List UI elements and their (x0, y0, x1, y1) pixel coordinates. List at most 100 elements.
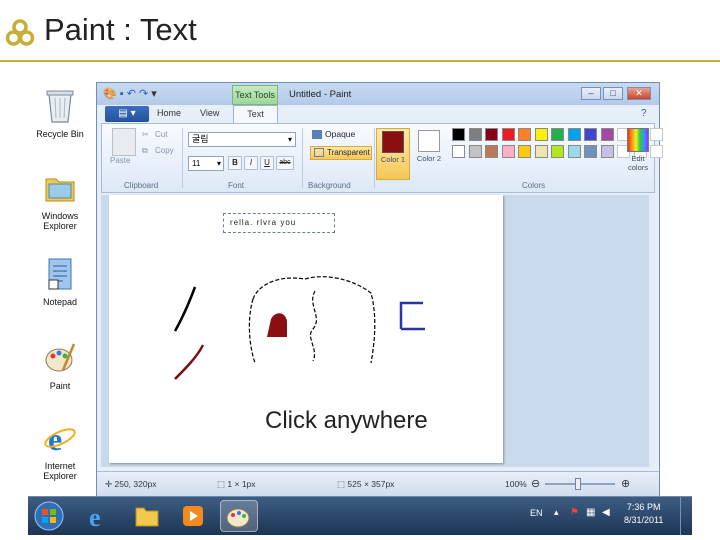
quick-access-toolbar: 🎨 ▪ ↶ ↷ ▾ (103, 87, 157, 100)
taskbar-windows-explorer[interactable] (128, 500, 166, 532)
palette-swatch[interactable] (518, 145, 531, 158)
canvas-size-icon: ⬚ (337, 479, 348, 489)
palette-swatch[interactable] (551, 145, 564, 158)
cut-button[interactable]: ✂ Cut (142, 130, 167, 139)
inner-stroke (309, 290, 318, 362)
opaque-icon (312, 130, 322, 140)
red-stroke (174, 344, 205, 380)
edit-colors-label: Edit colors (627, 154, 648, 172)
copy-button[interactable]: ⧉ Copy (142, 146, 174, 155)
tab-view[interactable]: View (200, 108, 219, 118)
desktop-icon-internet-explorer[interactable]: e Internet Explorer (20, 420, 100, 481)
desktop-icon-windows-explorer[interactable]: Windows Explorer (20, 170, 100, 231)
font-family-select[interactable]: 굴림 ▾ (188, 132, 296, 147)
blue-shape (399, 301, 425, 331)
underline-button[interactable]: U (260, 156, 274, 170)
save-icon[interactable]: ▪ (120, 88, 124, 100)
show-hidden-icons-icon[interactable]: ▴ (554, 507, 559, 518)
taskbar-media-player[interactable] (174, 500, 212, 532)
desktop-icon-notepad[interactable]: Notepad (20, 256, 100, 307)
slide-header: Paint : Text (0, 0, 720, 62)
palette-swatch[interactable] (501, 145, 515, 158)
palette-swatch[interactable] (584, 128, 597, 141)
paint-menu-button[interactable]: ▤ ▾ (105, 106, 149, 122)
color2-button[interactable]: Color 2 (412, 128, 446, 180)
palette-swatch[interactable] (567, 128, 581, 141)
transparent-icon (314, 148, 324, 158)
palette-swatch[interactable] (518, 128, 531, 141)
ribbon: Paste ✂ Cut ⧉ Copy Clipboard 굴림 ▾ 11 ▾ B I U… (101, 123, 663, 193)
divider (374, 128, 375, 188)
opaque-button[interactable]: Opaque (312, 129, 355, 140)
palette-swatch[interactable] (551, 128, 564, 141)
zoom-out-icon[interactable]: ⊖ (531, 477, 540, 490)
vertical-scrollbar[interactable] (649, 195, 655, 467)
palette-swatch[interactable] (452, 128, 465, 141)
palette-swatch[interactable] (600, 145, 614, 158)
outline-stroke (248, 276, 376, 364)
palette-swatch[interactable] (534, 128, 548, 141)
italic-button[interactable]: I (244, 156, 258, 170)
desktop-icon-label: Windows Explorer (41, 211, 79, 231)
network-icon[interactable]: ▦ (586, 507, 595, 518)
font-size-select[interactable]: 11 ▾ (188, 156, 224, 171)
palette-swatch[interactable] (584, 145, 597, 158)
qat-dropdown-icon[interactable]: ▾ (151, 88, 157, 100)
canvas-area: rella. rlvra you Click anywhere (101, 195, 655, 467)
tab-home[interactable]: Home (157, 108, 181, 118)
edit-colors-button[interactable]: Edit colors (624, 128, 652, 172)
undo-icon[interactable]: ↶ (127, 88, 136, 100)
palette-swatch[interactable] (485, 128, 498, 141)
minimize-button[interactable]: – (581, 87, 601, 100)
tab-text[interactable]: Text (233, 105, 278, 123)
close-button[interactable]: ✕ (627, 87, 651, 100)
edit-colors-icon (627, 128, 649, 152)
show-desktop-button[interactable] (680, 497, 691, 535)
desktop-icon-label: Paint (49, 381, 71, 391)
transparent-button[interactable]: Transparent (310, 146, 372, 160)
action-center-flag-icon[interactable]: ⚑ (570, 507, 579, 518)
palette-swatch[interactable] (452, 145, 465, 158)
palette-swatch[interactable] (485, 145, 498, 158)
paste-icon[interactable] (112, 128, 136, 156)
palette-swatch[interactable] (567, 145, 581, 158)
title-bar[interactable]: 🎨 ▪ ↶ ↷ ▾ Text Tools Untitled - Paint – … (97, 83, 659, 105)
help-icon[interactable]: ? (641, 108, 647, 119)
media-player-icon (183, 506, 203, 526)
palette-swatch[interactable] (501, 128, 515, 141)
divider (302, 128, 303, 188)
filled-shape (267, 313, 287, 337)
palette-swatch[interactable] (468, 128, 482, 141)
start-button[interactable] (32, 500, 70, 532)
paste-button[interactable]: Paste (110, 156, 130, 165)
color1-button[interactable]: Color 1 (376, 128, 410, 180)
strikethrough-button[interactable]: abc (276, 156, 294, 170)
zoom-slider-thumb[interactable] (575, 478, 581, 490)
desktop-icon-paint[interactable]: Paint (20, 340, 100, 391)
maximize-button[interactable]: □ (603, 87, 623, 100)
palette-swatch[interactable] (534, 145, 548, 158)
palette-swatch[interactable] (468, 145, 482, 158)
redo-icon[interactable]: ↷ (139, 88, 148, 100)
clock-time: 7:36 PM (626, 502, 661, 512)
taskbar-internet-explorer[interactable]: e (80, 500, 118, 532)
bold-button[interactable]: B (228, 156, 242, 170)
volume-icon[interactable]: ◀ (602, 507, 610, 518)
desktop-icon-label: Recycle Bin (36, 129, 84, 139)
chevron-down-icon: ▾ (287, 135, 292, 144)
drawing-canvas[interactable]: rella. rlvra you Click anywhere (109, 195, 503, 463)
black-stroke (173, 286, 197, 332)
desktop-icon-label: Internet Explorer (43, 461, 77, 481)
window-title: Untitled - Paint (289, 89, 352, 100)
paint-app-icon[interactable]: 🎨 (103, 88, 117, 100)
zoom-level: 100% (505, 479, 527, 489)
palette-swatch[interactable] (600, 128, 614, 141)
windows-logo-icon (34, 501, 64, 531)
desktop-icon-recycle-bin[interactable]: Recycle Bin (20, 88, 100, 139)
language-indicator[interactable]: EN (530, 508, 543, 518)
internet-explorer-icon: e (44, 421, 76, 457)
clock[interactable]: 7:36 PM 8/31/2011 (624, 501, 663, 527)
taskbar-paint[interactable] (220, 500, 258, 532)
zoom-in-icon[interactable]: ⊕ (621, 477, 630, 490)
group-label-font: Font (228, 181, 245, 190)
